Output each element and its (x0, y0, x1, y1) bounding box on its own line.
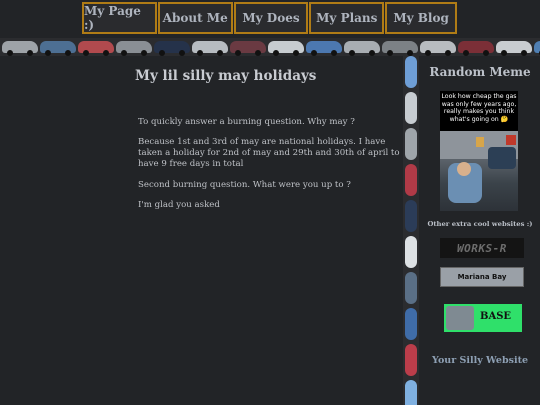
article-paragraph: Second burning question. What were you u… (138, 180, 351, 190)
meme-photo (440, 131, 518, 211)
mariana-bay-badge[interactable]: Mariana Bay (440, 267, 524, 287)
meme-caption: Look how cheap the gas was only few year… (440, 91, 518, 131)
top-nav: My Page :) About Me My Does My Plans My … (82, 2, 458, 36)
car-icon (268, 41, 304, 56)
extra-websites-heading: Other extra cool websites :) (427, 220, 533, 228)
car-icon (230, 41, 266, 56)
article-paragraph: Because 1st and 3rd of may are national … (138, 137, 400, 169)
car-icon (405, 164, 417, 196)
car-icon (2, 41, 38, 56)
main-article: My lil silly may holidays To quickly ans… (0, 56, 404, 405)
vertical-car-strip (403, 56, 419, 405)
car-icon (405, 92, 417, 124)
works-r-badge[interactable]: WORKS-R (440, 238, 524, 258)
article-paragraph: To quickly answer a burning question. Wh… (138, 117, 355, 127)
cat-icon (446, 306, 474, 330)
car-icon (405, 308, 417, 340)
nav-my-page[interactable]: My Page :) (82, 2, 157, 34)
nav-my-does[interactable]: My Does (233, 2, 309, 34)
car-icon (154, 41, 190, 56)
car-icon (405, 56, 417, 88)
car-icon (40, 41, 76, 56)
your-silly-website-link[interactable]: Your Silly Website (420, 355, 540, 366)
car-icon (344, 41, 380, 56)
base-badge-label: BASE (480, 311, 512, 322)
car-icon (306, 41, 342, 56)
article-paragraph: I'm glad you asked (138, 200, 220, 210)
meme-image: Look how cheap the gas was only few year… (440, 91, 518, 211)
nav-about-me[interactable]: About Me (157, 2, 233, 34)
car-icon (420, 41, 456, 56)
car-icon (405, 236, 417, 268)
nav-my-plans[interactable]: My Plans (309, 2, 385, 34)
page-title: My lil silly may holidays (135, 68, 317, 84)
car-icon (496, 41, 532, 56)
car-icon (534, 41, 540, 56)
car-icon (405, 200, 417, 232)
car-icon (78, 41, 114, 56)
car-icon (116, 41, 152, 56)
base-badge[interactable]: BASE (444, 304, 522, 332)
car-icon (405, 272, 417, 304)
car-strip-decoration (0, 38, 540, 56)
car-icon (382, 41, 418, 56)
car-icon (192, 41, 228, 56)
sidebar: Random Meme Look how cheap the gas was o… (420, 56, 540, 405)
sidebar-title: Random Meme (429, 65, 531, 79)
car-icon (458, 41, 494, 56)
nav-my-blog[interactable]: My Blog (385, 2, 457, 34)
car-icon (405, 344, 417, 376)
car-icon (405, 380, 417, 405)
car-icon (405, 128, 417, 160)
